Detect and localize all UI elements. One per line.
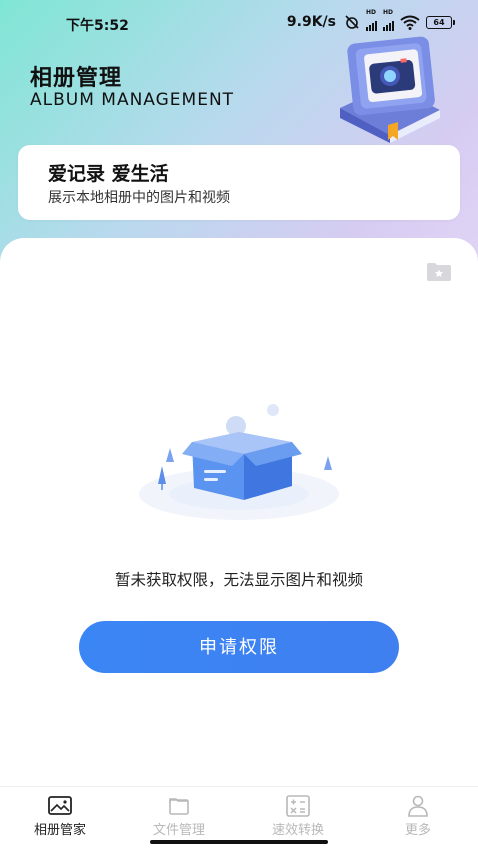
main-panel: 暂未获取权限，无法显示图片和视频 申请权限 — [0, 238, 478, 798]
wifi-icon — [400, 15, 420, 30]
permission-empty-message: 暂未获取权限，无法显示图片和视频 — [114, 571, 363, 589]
person-icon — [408, 795, 428, 817]
signal-icon: HD — [366, 9, 377, 31]
status-time: 下午5:52 — [66, 18, 129, 34]
home-indicator[interactable] — [150, 840, 328, 844]
page-title: 相册管理 — [30, 66, 123, 91]
network-speed: 9.9K/s — [286, 14, 336, 30]
album-icon — [48, 796, 72, 815]
signal-icon: HD — [383, 9, 394, 31]
battery-icon: 64 — [426, 15, 455, 29]
status-icons: 9.9K/s HD HD 64 — [286, 9, 455, 31]
calculator-icon — [286, 795, 310, 817]
page-subtitle: ALBUM MANAGEMENT — [30, 90, 235, 110]
nav-label: 文件管理 — [152, 823, 205, 838]
nav-label: 更多 — [404, 823, 431, 838]
slogan-card: 爱记录 爱生活 展示本地相册中的图片和视频 — [18, 145, 460, 220]
folder-favorite-icon[interactable] — [426, 262, 452, 282]
folder-icon — [169, 798, 189, 815]
nav-tab-more[interactable]: 更多 — [368, 793, 468, 839]
nav-tab-files[interactable]: 文件管理 — [129, 793, 229, 839]
empty-box-illustration — [139, 404, 339, 520]
nav-label: 相册管家 — [33, 823, 86, 838]
alarm-muted-icon — [345, 15, 359, 29]
nav-label: 速效转换 — [271, 823, 324, 838]
album-camera-illustration — [340, 36, 440, 143]
nav-tab-album[interactable]: 相册管家 — [10, 793, 110, 839]
request-permission-button[interactable]: 申请权限 — [79, 621, 399, 673]
slogan-description: 展示本地相册中的图片和视频 — [48, 190, 230, 206]
nav-tab-convert[interactable]: 速效转换 — [248, 793, 348, 839]
slogan-title: 爱记录 爱生活 — [48, 163, 169, 185]
